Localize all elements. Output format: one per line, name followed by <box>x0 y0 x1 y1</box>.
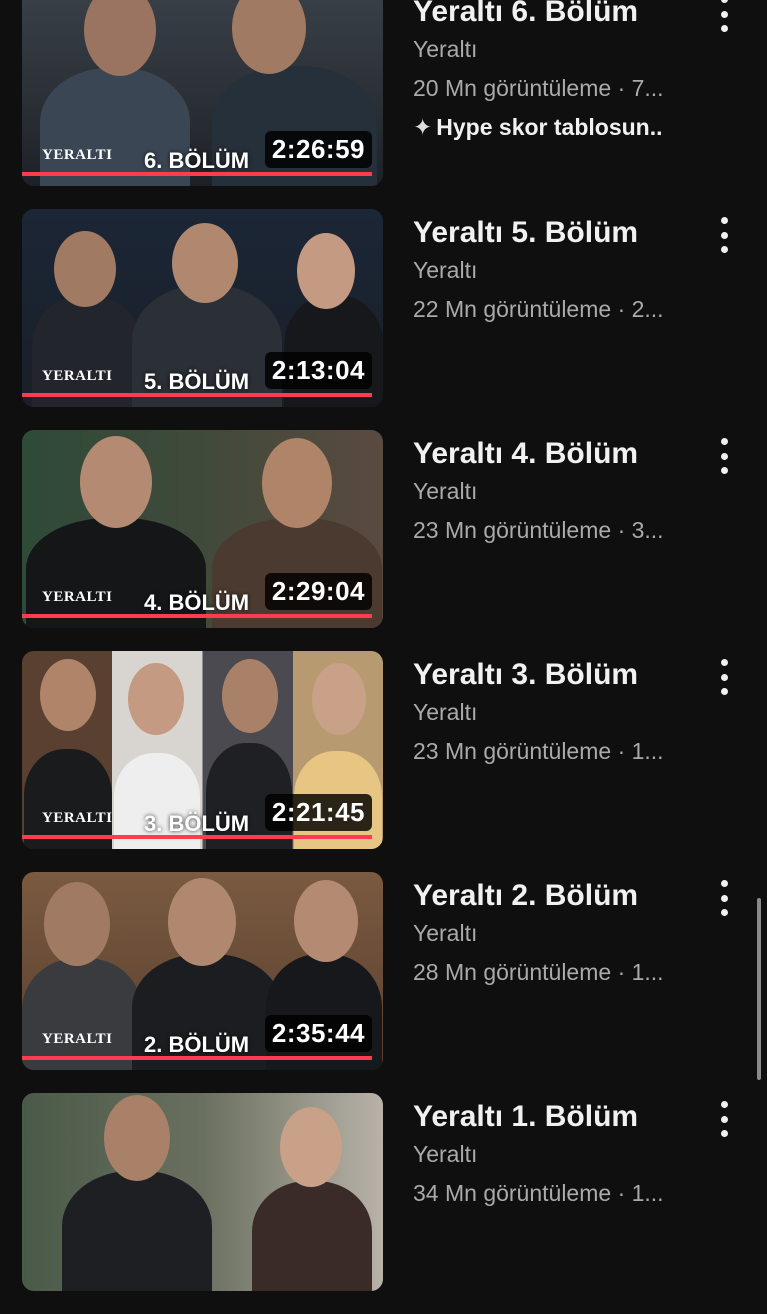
list-item[interactable]: YERALTI 2. BÖLÜM 2:35:44 Yeraltı 2. Bölü… <box>0 872 767 1093</box>
channel-name[interactable]: Yeraltı <box>413 918 693 948</box>
video-title[interactable]: Yeraltı 6. Bölüm <box>413 0 693 30</box>
video-stats: 23 Mn görüntüleme · 1... <box>413 738 664 764</box>
video-thumbnail[interactable] <box>22 1093 383 1291</box>
channel-name[interactable]: Yeraltı <box>413 34 693 64</box>
duration-badge: 2:21:45 <box>264 794 372 831</box>
channel-name[interactable]: Yeraltı <box>413 697 693 727</box>
list-item[interactable]: YERALTI 5. BÖLÜM 2:13:04 Yeraltı 5. Bölü… <box>0 209 767 430</box>
brand-logo: YERALTI <box>42 368 113 384</box>
episode-label: 4. BÖLÜM <box>144 590 250 615</box>
video-stats: 34 Mn görüntüleme · 1... <box>413 1180 664 1206</box>
watched-progress-bar <box>22 172 373 176</box>
more-vert-icon[interactable] <box>712 657 736 697</box>
hype-icon: ✦ <box>413 114 433 140</box>
hype-text: Hype skor tablosun.. <box>436 114 663 140</box>
hype-badge[interactable]: ✦ Hype skor tablosun.. <box>413 112 693 142</box>
duration-badge: 2:29:04 <box>264 573 372 610</box>
watched-progress-bar <box>22 614 373 618</box>
duration-badge: 2:26:59 <box>264 131 372 168</box>
list-item[interactable]: YERALTI 6. BÖLÜM 2:26:59 Yeraltı 6. Bölü… <box>0 0 767 209</box>
video-stats: 28 Mn görüntüleme · 1... <box>413 959 664 985</box>
video-meta[interactable]: Yeraltı 4. Bölüm Yeraltı 23 Mn görüntüle… <box>413 436 693 545</box>
brand-logo: YERALTI <box>42 1031 113 1047</box>
video-title[interactable]: Yeraltı 1. Bölüm <box>413 1099 693 1135</box>
episode-label: 2. BÖLÜM <box>144 1032 250 1057</box>
brand-logo: YERALTI <box>42 589 113 605</box>
more-vert-icon[interactable] <box>712 215 736 255</box>
episode-label: 6. BÖLÜM <box>144 148 250 173</box>
video-meta[interactable]: Yeraltı 3. Bölüm Yeraltı 23 Mn görüntüle… <box>413 657 693 766</box>
list-item[interactable]: YERALTI 3. BÖLÜM 2:21:45 Yeraltı 3. Bölü… <box>0 651 767 872</box>
video-title[interactable]: Yeraltı 2. Bölüm <box>413 878 693 914</box>
video-meta[interactable]: Yeraltı 1. Bölüm Yeraltı 34 Mn görüntüle… <box>413 1099 693 1208</box>
video-thumbnail[interactable]: YERALTI 4. BÖLÜM 2:29:04 <box>22 430 383 628</box>
channel-name[interactable]: Yeraltı <box>413 255 693 285</box>
watched-progress-bar <box>22 835 373 839</box>
video-meta[interactable]: Yeraltı 5. Bölüm Yeraltı 22 Mn görüntüle… <box>413 215 693 324</box>
channel-name[interactable]: Yeraltı <box>413 1139 693 1169</box>
video-stats: 20 Mn görüntüleme · 7... <box>413 75 664 101</box>
more-vert-icon[interactable] <box>712 878 736 918</box>
episode-label: 3. BÖLÜM <box>144 811 250 836</box>
video-list: YERALTI 6. BÖLÜM 2:26:59 Yeraltı 6. Bölü… <box>0 0 767 1314</box>
video-meta[interactable]: Yeraltı 2. Bölüm Yeraltı 28 Mn görüntüle… <box>413 878 693 987</box>
video-thumbnail[interactable]: YERALTI 6. BÖLÜM 2:26:59 <box>22 0 383 186</box>
video-title[interactable]: Yeraltı 4. Bölüm <box>413 436 693 472</box>
list-item[interactable]: Yeraltı 1. Bölüm Yeraltı 34 Mn görüntüle… <box>0 1093 767 1314</box>
watched-progress-bar <box>22 393 373 397</box>
brand-logo: YERALTI <box>42 810 113 826</box>
duration-badge: 2:35:44 <box>264 1015 372 1052</box>
video-stats: 22 Mn görüntüleme · 2... <box>413 296 664 322</box>
video-thumbnail[interactable]: YERALTI 3. BÖLÜM 2:21:45 <box>22 651 383 849</box>
video-meta[interactable]: Yeraltı 6. Bölüm Yeraltı 20 Mn görüntüle… <box>413 0 693 142</box>
more-vert-icon[interactable] <box>712 436 736 476</box>
channel-name[interactable]: Yeraltı <box>413 476 693 506</box>
video-thumbnail[interactable]: YERALTI 5. BÖLÜM 2:13:04 <box>22 209 383 407</box>
video-title[interactable]: Yeraltı 3. Bölüm <box>413 657 693 693</box>
duration-badge: 2:13:04 <box>264 352 372 389</box>
list-item[interactable]: YERALTI 4. BÖLÜM 2:29:04 Yeraltı 4. Bölü… <box>0 430 767 651</box>
more-vert-icon[interactable] <box>712 0 736 34</box>
video-thumbnail[interactable]: YERALTI 2. BÖLÜM 2:35:44 <box>22 872 383 1070</box>
watched-progress-bar <box>22 1056 373 1060</box>
brand-logo: YERALTI <box>42 147 113 163</box>
more-vert-icon[interactable] <box>712 1099 736 1139</box>
video-title[interactable]: Yeraltı 5. Bölüm <box>413 215 693 251</box>
episode-label: 5. BÖLÜM <box>144 369 250 394</box>
scrollbar[interactable] <box>757 898 761 1080</box>
video-stats: 23 Mn görüntüleme · 3... <box>413 517 664 543</box>
